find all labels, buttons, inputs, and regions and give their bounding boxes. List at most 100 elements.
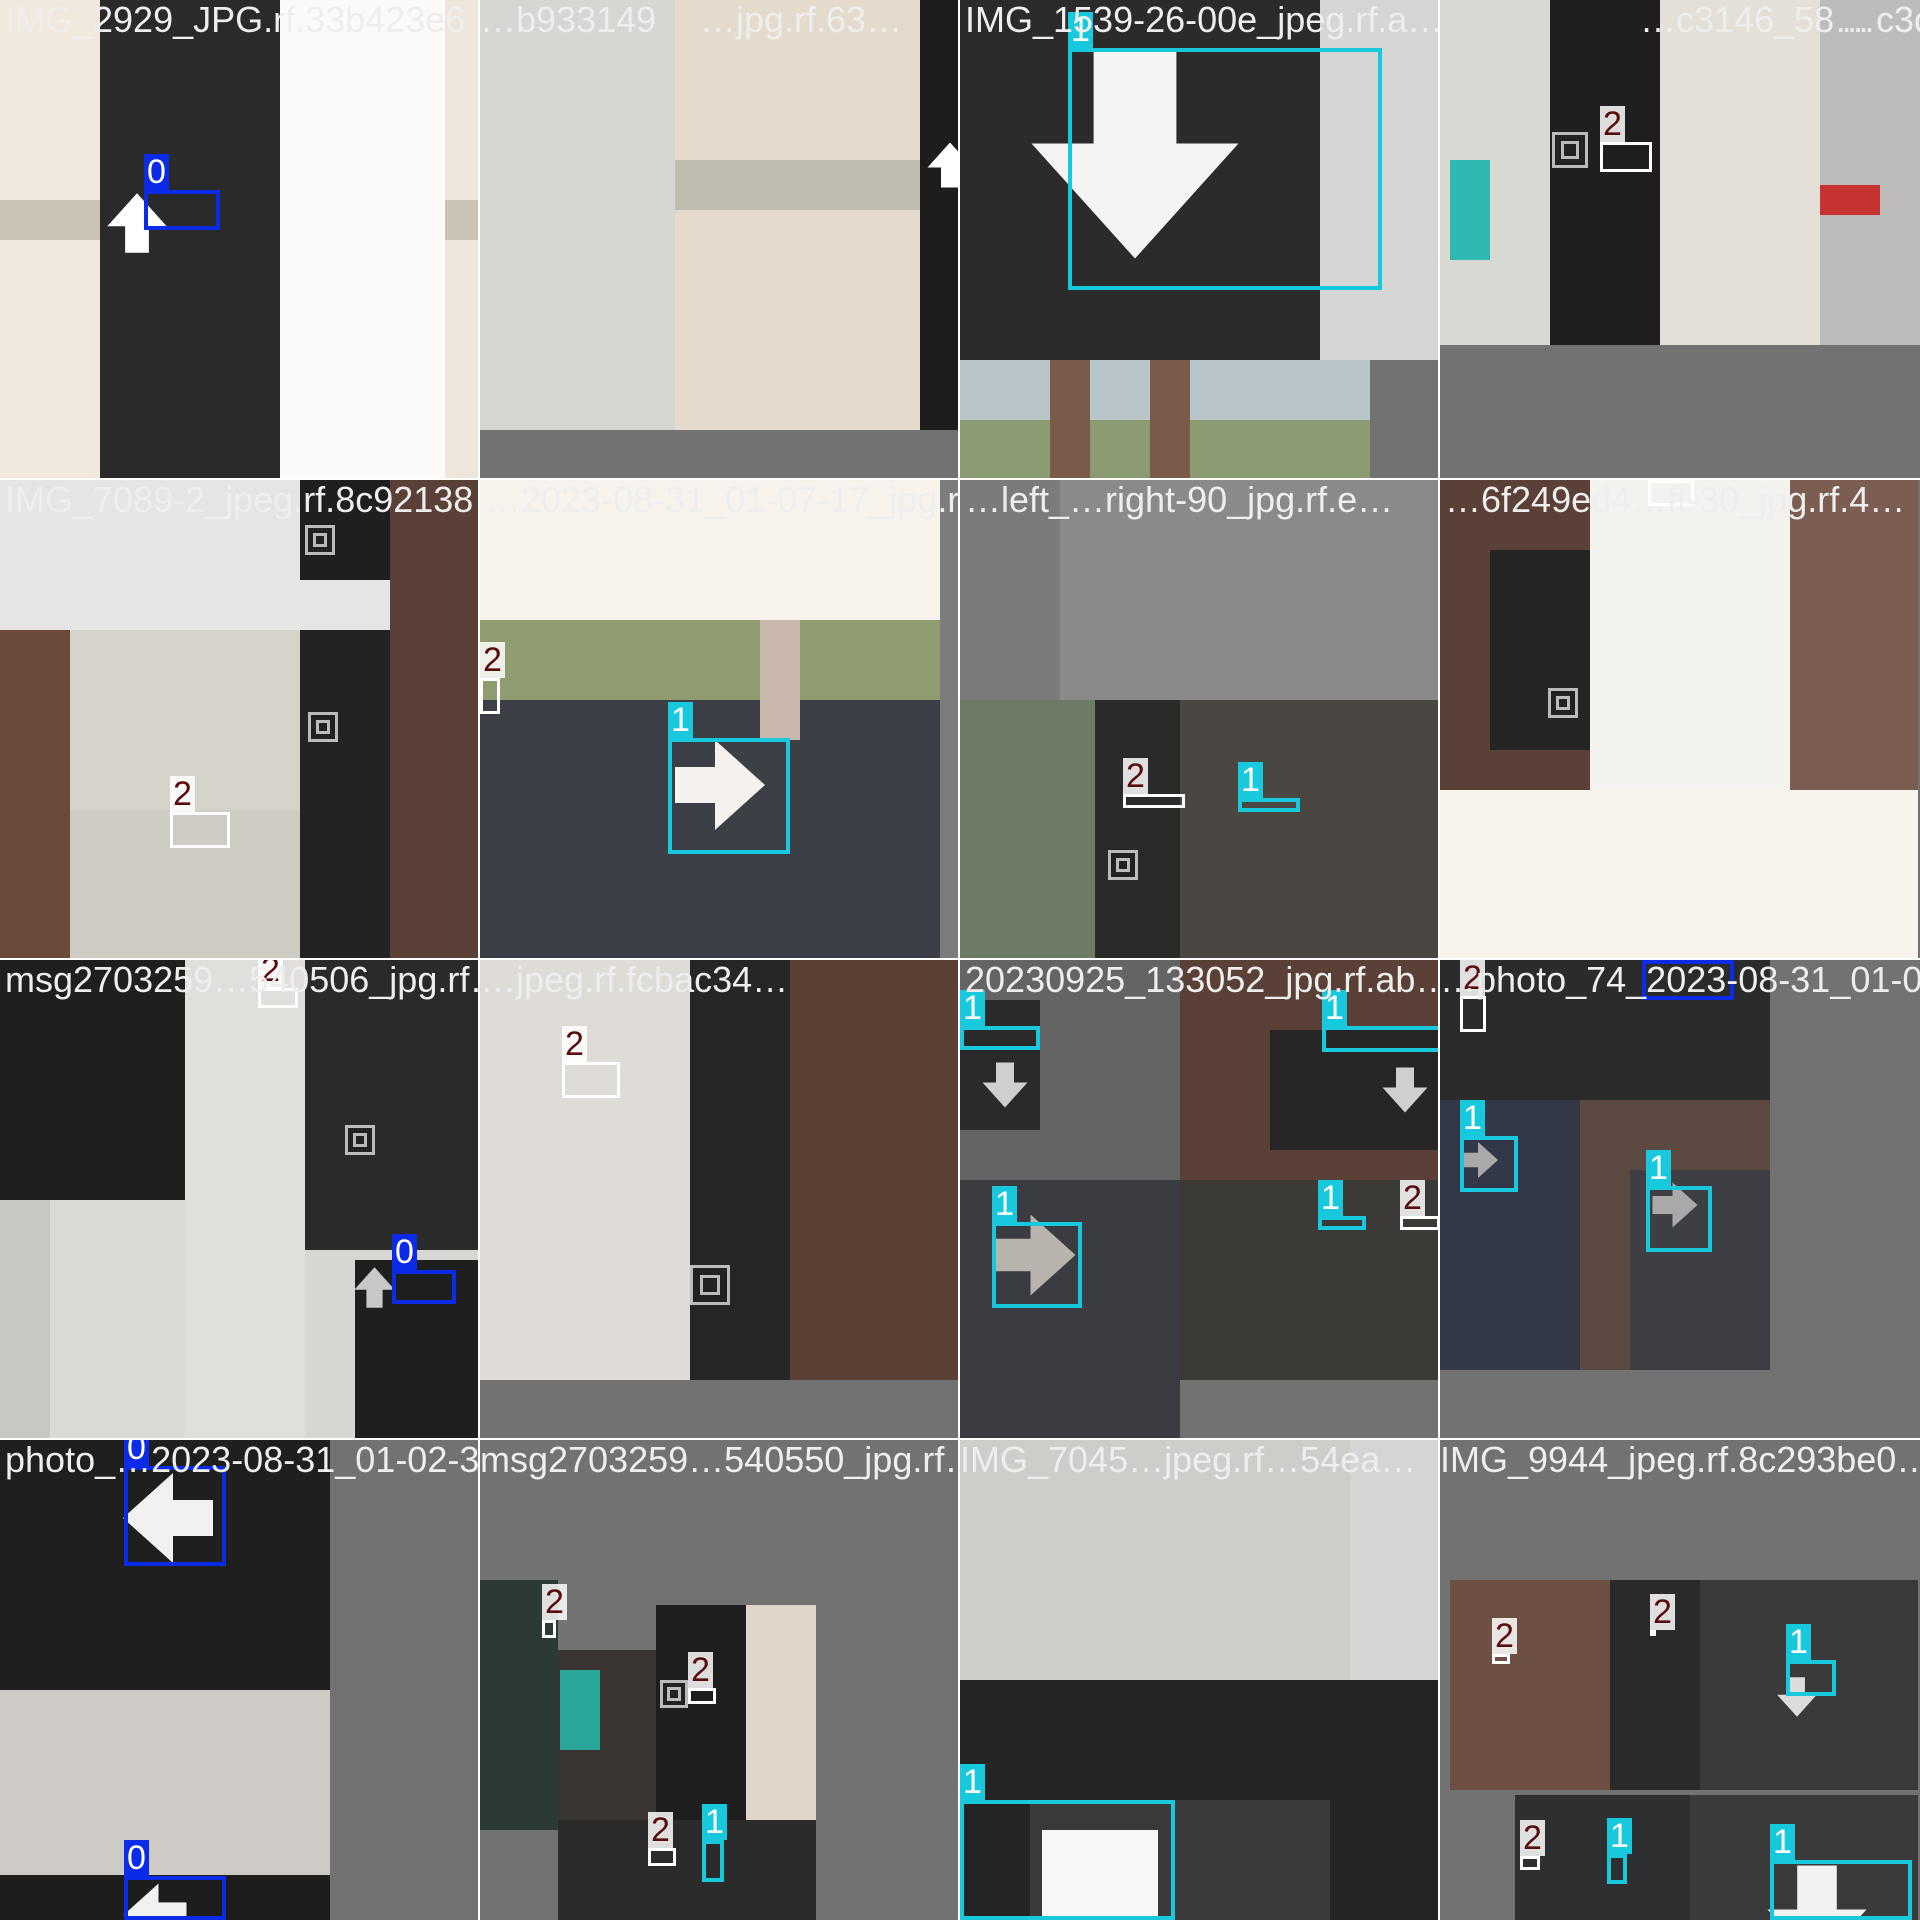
photo-region (1450, 160, 1490, 260)
annotation-label-c1: 1 (960, 990, 985, 1026)
annotation-label-c2: 2 (1492, 1618, 1517, 1654)
annotation-box-c0 (392, 1270, 456, 1304)
mosaic-cell: 0 IMG_2929_JPG.rf.33b423e6 (0, 0, 478, 478)
photo-region (280, 0, 445, 478)
photo-region (0, 200, 100, 240)
annotation-box-c2 (258, 988, 298, 1008)
annotation-box-c2 (648, 1848, 676, 1866)
photo-region (1820, 0, 1920, 345)
annotation-label-c0: 0 (144, 154, 169, 190)
annotation-label-c2: 2 (1123, 758, 1148, 794)
photo-region (480, 0, 675, 430)
annotation-label-c2: 2 (170, 776, 195, 812)
photo-region (185, 960, 305, 1438)
annotation-label-c1: 1 (960, 1764, 985, 1800)
annotation-box-c2 (1648, 480, 1694, 506)
annotation-label-c1: 1 (1238, 762, 1263, 798)
annotation-box-c0 (124, 1466, 226, 1566)
mosaic-cell: 0 2 msg2703259…540506_jpg.rf… (0, 960, 478, 1438)
mosaic-cell: 1 1 1 1 2 20230925_133052_jpg.rf.ab… (960, 960, 1438, 1438)
mosaic-cell: 2…c3146_58……c3d1 (1440, 0, 1920, 478)
annotation-label-c2: 2 (648, 1812, 673, 1848)
photo-region (760, 620, 800, 740)
annotation-box-c1 (992, 1222, 1082, 1308)
annotation-label-c0: 0 (124, 1440, 149, 1466)
annotation-box-c1 (668, 738, 790, 854)
photo-region (1660, 0, 1820, 345)
annotation-label-c2: 2 (1520, 1820, 1545, 1856)
target-marker-icon (1548, 688, 1578, 718)
photo-region (1450, 1580, 1610, 1790)
photo-region (445, 200, 478, 240)
annotation-label-c2: 2 (542, 1584, 567, 1620)
cell-title: msg2703259…540550_jpg.rf… (480, 1440, 958, 1480)
annotation-box-c2 (1460, 996, 1486, 1032)
photo-region (1060, 480, 1438, 700)
annotation-label-c1: 1 (1318, 1180, 1343, 1216)
mosaic-cell: 1 IMG_7045…jpeg.rf…54ea… (960, 1440, 1438, 1920)
photo-region (1440, 790, 1918, 958)
target-marker-icon (308, 712, 338, 742)
mosaic-cell: 2 …jpeg.rf.fcbac34… (480, 960, 958, 1438)
annotation-label-c1: 1 (1646, 1150, 1671, 1186)
annotation-label-c2: 2 (480, 642, 505, 678)
annotation-label-c1: 1 (702, 1804, 727, 1840)
photo-region (656, 1605, 746, 1835)
annotation-label-c1: 1 (1786, 1624, 1811, 1660)
arrow-icon (925, 140, 958, 190)
annotation-label-c1: 1 (1770, 1824, 1795, 1860)
photo-region (1490, 550, 1590, 750)
annotation-label-c1: 1 (1322, 990, 1347, 1026)
target-marker-icon (1108, 850, 1138, 880)
arrow-icon (352, 1265, 397, 1310)
photo-region (1350, 1440, 1438, 1680)
mosaic-cell: 1 IMG_1539-26-00e_jpeg.rf.a… (960, 0, 1438, 478)
annotation-box-c2 (1600, 142, 1652, 172)
annotation-box-c2 (1400, 1216, 1438, 1230)
arrow-icon (980, 1060, 1030, 1110)
annotation-label-c2: 2 (562, 1026, 587, 1062)
annotation-box-c0 (124, 1876, 226, 1920)
annotation-box-c1 (1646, 1186, 1712, 1252)
photo-region (480, 620, 940, 700)
annotation-label-c1: 1 (992, 1186, 1017, 1222)
annotation-box-c2 (480, 678, 500, 714)
photo-region (1590, 480, 1790, 790)
mosaic-cell: 12…2023-08-31_01-07-17_jpg.rf.4765… (480, 480, 958, 958)
mosaic-cell: 1 1 1 2 2 2 IMG_9944_jpeg.rf.8c293be0… (1440, 1440, 1920, 1920)
mosaic-cell: 2 IMG_7089-2_jpeg.rf.8c92138… (0, 480, 478, 958)
annotation-box-c1 (1318, 1216, 1366, 1230)
photo-region (0, 630, 70, 958)
photo-region (480, 480, 958, 620)
annotation-box-c1 (1322, 1026, 1438, 1052)
photo-region (300, 630, 390, 958)
annotation-box-c0 (1642, 960, 1734, 1000)
annotation-box-c1 (960, 1800, 1175, 1920)
mosaic-cell: 2 1 …left_…right-90_jpg.rf.e… (960, 480, 1438, 958)
annotation-box-c1 (702, 1840, 724, 1882)
annotation-box-c1 (1238, 798, 1300, 812)
photo-region (558, 1820, 816, 1920)
photo-region (1095, 700, 1180, 958)
photo-region (1820, 185, 1880, 215)
photo-region (480, 960, 690, 1380)
mosaic-cell: …b933149 …jpg.rf.63… (480, 0, 958, 478)
photo-region (690, 960, 790, 1380)
mosaic-cell: 2…6f249ed4…ft-30_jpg.rf.4… (1440, 480, 1920, 958)
mosaic-cell: 1102…photo_74_2023-08-31_01-07… (1440, 960, 1920, 1438)
annotation-box-c1 (1068, 48, 1382, 290)
photo-region (1550, 0, 1660, 345)
annotation-label-c0: 0 (392, 1234, 417, 1270)
target-marker-icon (345, 1125, 375, 1155)
photo-region (675, 160, 955, 210)
photo-region (960, 700, 1095, 958)
photo-region (940, 480, 958, 958)
photo-region (960, 480, 1060, 700)
photo-region (675, 0, 955, 430)
photo-region (746, 1605, 816, 1835)
photo-region (50, 1200, 185, 1438)
annotation-box-c1 (1460, 1136, 1518, 1192)
annotation-box-c2 (1123, 794, 1185, 808)
photo-region (1150, 360, 1190, 478)
photo-region (920, 0, 958, 430)
